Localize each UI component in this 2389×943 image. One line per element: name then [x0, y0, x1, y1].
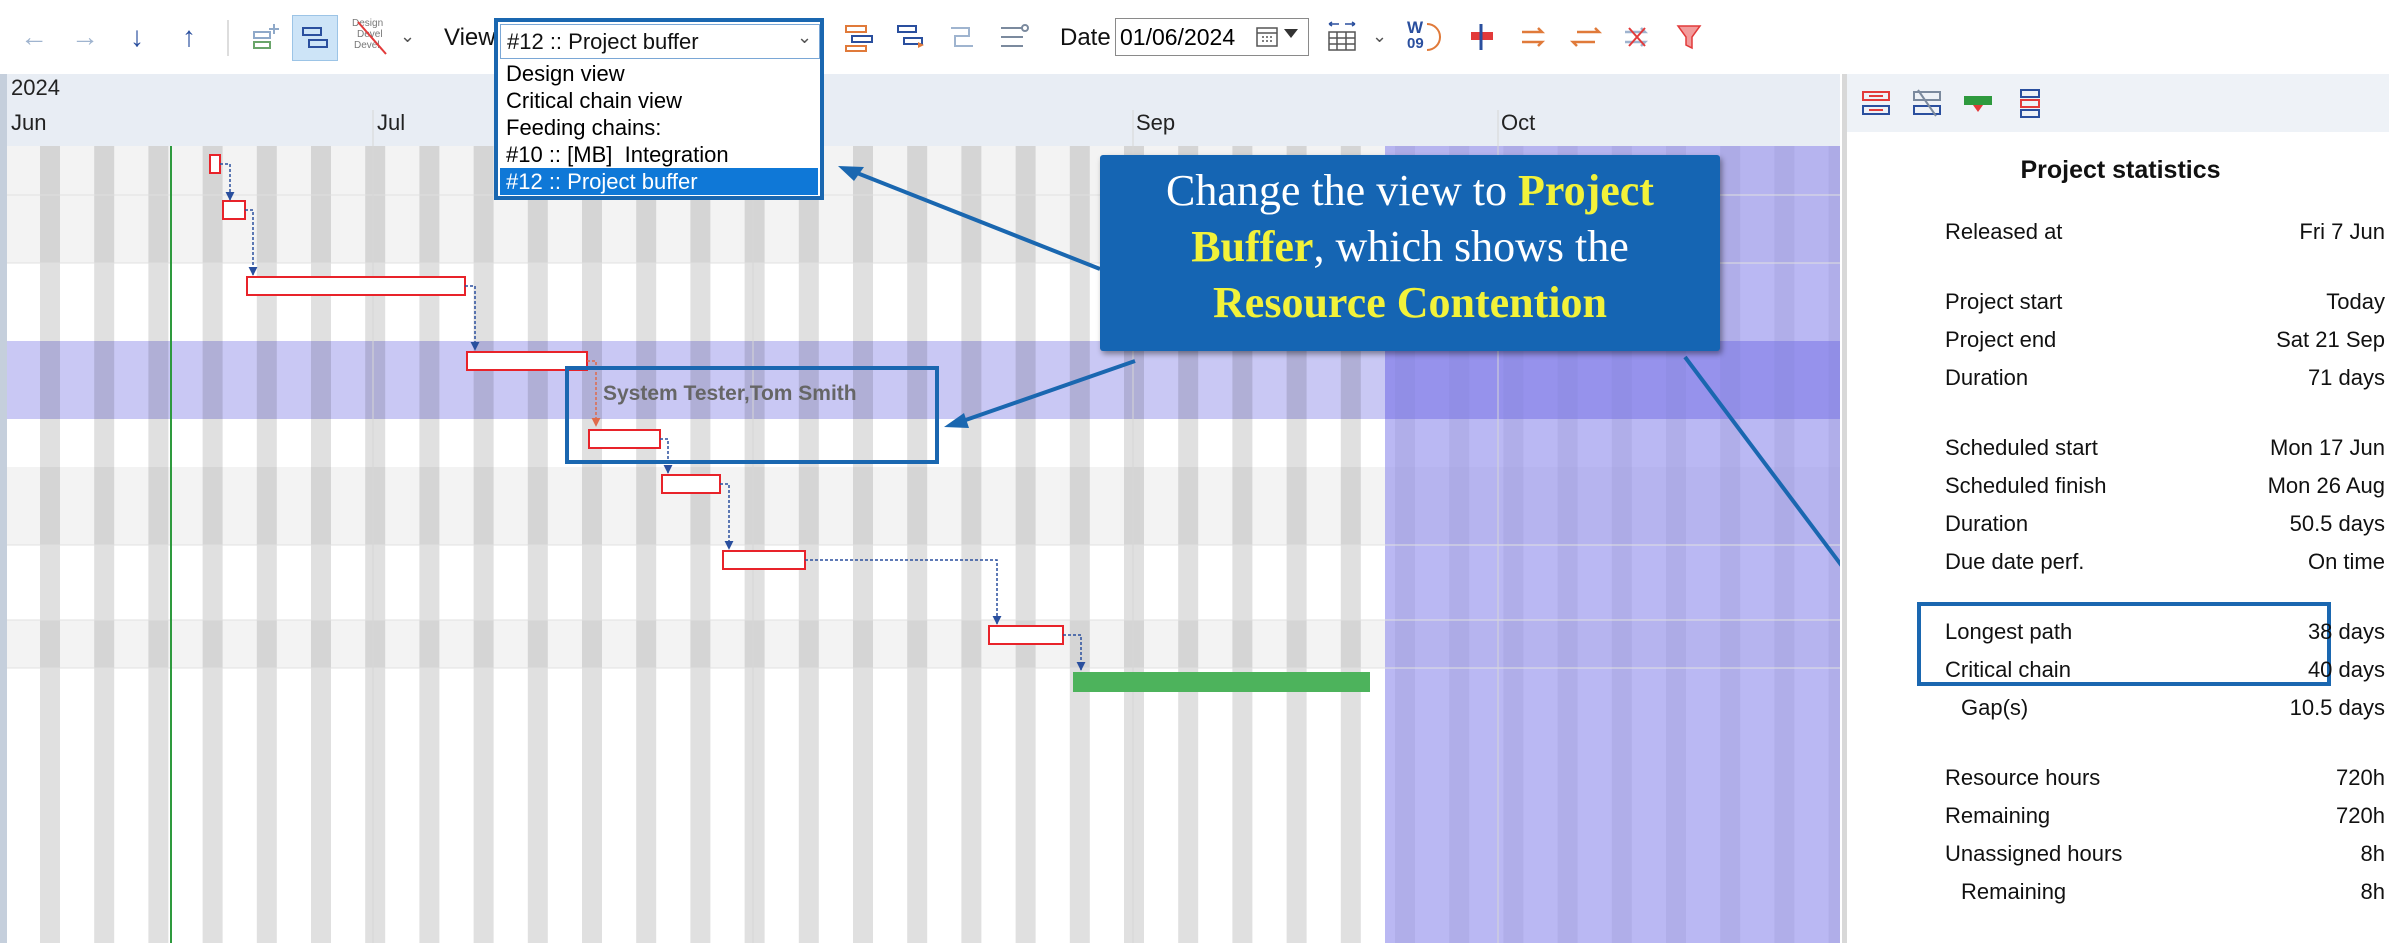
stat-scheduled-finish: Scheduled finish Mon 26 Aug — [1945, 473, 2385, 498]
buffer-marker-icon[interactable] — [1961, 86, 1995, 125]
stat-resource-hours: Resource hours 720h — [1945, 765, 2385, 790]
pane-toolbar — [1847, 74, 2389, 132]
stats-title: Project statistics — [2020, 156, 2221, 184]
task-bar — [722, 550, 806, 570]
task-bar — [209, 154, 221, 174]
view-selected-value[interactable]: #12 :: Project buffer — [507, 29, 699, 55]
left-edge — [0, 74, 7, 943]
forward-arrow-icon[interactable]: → — [68, 20, 102, 54]
gantt-view-button[interactable] — [292, 15, 338, 61]
view-option-header: Feeding chains: — [506, 115, 662, 140]
stat-unassigned-remaining: Remaining 8h — [1961, 879, 2385, 904]
link-tasks-icon[interactable] — [945, 20, 979, 54]
stat-critical-chain: Critical chain 40 days — [1945, 657, 2385, 682]
callout-box: Change the view to Project Buffer, which… — [1100, 155, 1720, 351]
task-bar — [988, 625, 1064, 645]
view-label: View — [444, 24, 496, 51]
layout-icon[interactable] — [2013, 86, 2047, 125]
task-bar — [246, 276, 466, 296]
stat-scheduled-start: Scheduled start Mon 17 Jun — [1945, 435, 2385, 460]
caret-down-icon[interactable] — [1284, 29, 1298, 38]
stat-duration: Duration 71 days — [1945, 365, 2385, 390]
task-bar — [588, 429, 661, 449]
resource-label: System Tester,Tom Smith — [603, 382, 857, 405]
stat-gaps: Gap(s) 10.5 days — [1961, 695, 2385, 720]
chevron-down-icon[interactable]: ⌄ — [1372, 26, 1387, 47]
month-label-jul: Jul — [377, 110, 406, 135]
swap-gray-icon[interactable] — [1910, 86, 1944, 125]
shift-right-icon[interactable] — [1518, 20, 1552, 54]
stat-due-date-perf: Due date perf. On time — [1945, 549, 2385, 574]
timescale-icon[interactable] — [1325, 20, 1359, 54]
month-label-jun: Jun — [11, 110, 47, 135]
remove-links-icon[interactable] — [1621, 20, 1655, 54]
move-down-icon[interactable]: ↓ — [120, 20, 154, 54]
month-label-sep: Sep — [1136, 110, 1176, 135]
timeline-header — [0, 74, 1840, 146]
stat-project-start: Project start Today — [1945, 289, 2385, 314]
calendar-icon[interactable] — [1256, 26, 1280, 48]
view-options-list: Design view Critical chain view Feeding … — [500, 60, 818, 195]
view-select[interactable]: #12 :: Project buffer ⌄ — [500, 24, 820, 59]
view-option[interactable]: #10 :: [MB] Integration — [500, 141, 818, 168]
back-arrow-icon[interactable]: ← — [17, 20, 51, 54]
view-option[interactable]: Design view — [500, 60, 818, 87]
gantt-chart[interactable]: 2024 Jun Jul Sep Oct System Tester,Tom S… — [0, 74, 1840, 943]
expand-icon[interactable] — [894, 20, 928, 54]
task-bar — [661, 474, 721, 494]
chevron-down-icon[interactable]: ⌄ — [797, 27, 812, 48]
view-dropdown[interactable]: #12 :: Project buffer ⌄ Design view Crit… — [494, 18, 824, 200]
toolbar-separator — [227, 20, 229, 56]
toolbar: ← → ↓ ↑ DesignDevelDevel ⌄ View Date 01/… — [0, 0, 2389, 74]
collapse-icon[interactable] — [842, 20, 876, 54]
statistics-pane: Project statistics Released at Fri 7 Jun … — [1842, 74, 2389, 943]
view-option-selected[interactable]: #12 :: Project buffer — [500, 168, 818, 195]
month-label-oct: Oct — [1501, 110, 1536, 135]
year-label: 2024 — [11, 75, 60, 100]
swap-red-icon[interactable] — [1859, 86, 1893, 125]
move-up-icon[interactable]: ↑ — [172, 20, 206, 54]
task-bar — [222, 200, 246, 220]
stat-unassigned-hours: Unassigned hours 8h — [1945, 841, 2385, 866]
stat-project-end: Project end Sat 21 Sep — [1945, 327, 2385, 352]
date-label: Date — [1060, 24, 1111, 51]
design-devel-icon[interactable]: DesignDevelDevel — [352, 18, 392, 58]
project-buffer-bar — [1073, 672, 1370, 692]
filter-list-icon[interactable] — [997, 20, 1031, 54]
date-value[interactable]: 01/06/2024 — [1120, 24, 1235, 51]
view-option[interactable]: Critical chain view — [500, 87, 818, 114]
filter-icon[interactable] — [1672, 20, 1706, 54]
buffer-contention-overlap — [1385, 341, 1840, 419]
stat-remaining: Remaining 720h — [1945, 803, 2385, 828]
chevron-down-icon[interactable]: ⌄ — [400, 26, 415, 47]
add-task-icon[interactable] — [248, 20, 282, 54]
date-picker[interactable]: 01/06/2024 — [1115, 18, 1309, 56]
stat-longest-path: Longest path 38 days — [1945, 619, 2385, 644]
week-number-icon[interactable]: W 09 — [1405, 18, 1441, 56]
stat-scheduled-duration: Duration 50.5 days — [1945, 511, 2385, 536]
insert-buffer-icon[interactable] — [1467, 20, 1501, 54]
stat-released-at: Released at Fri 7 Jun — [1945, 219, 2385, 244]
shift-both-icon[interactable] — [1569, 20, 1603, 54]
